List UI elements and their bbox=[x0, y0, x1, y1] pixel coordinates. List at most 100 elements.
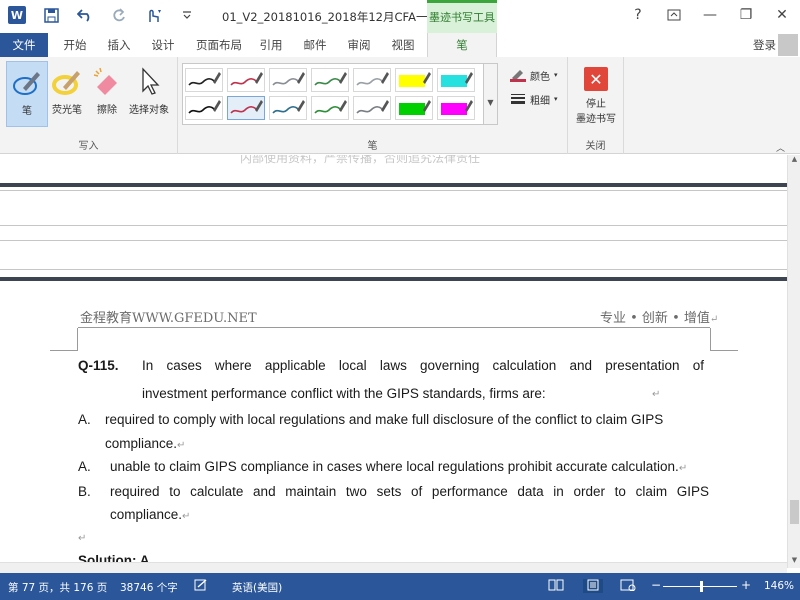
pen-color-icon bbox=[510, 70, 526, 82]
tab-home[interactable]: 开始 bbox=[58, 33, 92, 57]
contextual-tab-ink-tools: 墨迹书写工具 bbox=[427, 0, 497, 33]
pen-swatch[interactable] bbox=[269, 96, 307, 120]
customize-qat-icon[interactable] bbox=[170, 0, 204, 30]
pen-swatch[interactable] bbox=[353, 96, 391, 120]
page-count[interactable]: 第 77 页，共 176 页 bbox=[8, 580, 107, 595]
word-icon[interactable]: W bbox=[8, 6, 26, 24]
ribbon: 笔 荧光笔 擦除 选择对象 写入 笔 ▼ 颜色 ▾ 粗细 ▾ ✕ 停止 墨迹书写… bbox=[0, 57, 800, 154]
question-text: investment performance conflict with the… bbox=[142, 386, 546, 401]
zoom-slider-thumb[interactable] bbox=[700, 581, 703, 592]
touch-mode-icon[interactable]: ▾ bbox=[136, 0, 170, 30]
pen-swatch[interactable] bbox=[185, 96, 223, 120]
highlighter-button[interactable]: 荧光笔 bbox=[46, 61, 88, 127]
pointer-icon bbox=[131, 63, 167, 99]
group-label-pens: 笔 bbox=[367, 141, 378, 152]
svg-text:▾: ▾ bbox=[158, 8, 161, 15]
status-bar: 第 77 页，共 176 页 38746 个字 英语(美国) − + 146% bbox=[0, 573, 800, 600]
select-objects-button[interactable]: 选择对象 bbox=[126, 61, 172, 127]
restore-button[interactable]: ❐ bbox=[728, 0, 764, 30]
page-divider bbox=[0, 190, 787, 191]
word-window: W ▾ 01_V2_20181016_2018年12月CFA一级百题... 墨迹… bbox=[0, 0, 800, 600]
group-label-write: 写入 bbox=[78, 141, 99, 152]
gallery-more-button[interactable]: ▼ bbox=[484, 63, 498, 125]
tab-file[interactable]: 文件 bbox=[0, 33, 48, 57]
pen-swatch[interactable] bbox=[311, 68, 349, 92]
highlighter-swatch[interactable] bbox=[437, 68, 475, 92]
group-label-close: 关闭 bbox=[585, 141, 606, 152]
margin-corner-left bbox=[50, 328, 78, 350]
option-text: required to comply with local regulation… bbox=[105, 412, 664, 427]
word-count[interactable]: 38746 个字 bbox=[120, 580, 178, 595]
zoom-in-button[interactable]: + bbox=[741, 578, 751, 592]
language-indicator[interactable]: 英语(美国) bbox=[232, 580, 282, 595]
line-thickness-icon bbox=[511, 94, 525, 104]
tab-mailings[interactable]: 邮件 bbox=[298, 33, 332, 57]
undo-icon[interactable] bbox=[68, 0, 102, 30]
pen-icon bbox=[9, 64, 45, 100]
group-close: ✕ 停止 墨迹书写 关闭 bbox=[568, 57, 624, 154]
scroll-up-icon[interactable]: ▲ bbox=[788, 155, 800, 167]
page-divider bbox=[0, 225, 787, 226]
option-label: B. bbox=[78, 484, 91, 499]
tab-references[interactable]: 引用 bbox=[254, 33, 288, 57]
quick-access-toolbar: W ▾ bbox=[0, 0, 204, 30]
stop-inking-button[interactable]: ✕ 停止 墨迹书写 bbox=[572, 59, 620, 129]
print-layout-icon[interactable] bbox=[583, 579, 603, 593]
eraser-button[interactable]: 擦除 bbox=[86, 61, 128, 127]
proofing-icon[interactable] bbox=[193, 579, 209, 593]
zoom-out-button[interactable]: − bbox=[651, 578, 661, 592]
tab-design[interactable]: 设计 bbox=[146, 33, 180, 57]
tab-insert[interactable]: 插入 bbox=[102, 33, 136, 57]
highlighter-swatch[interactable] bbox=[437, 96, 475, 120]
close-x-icon: ✕ bbox=[584, 67, 608, 91]
margin-corner-right bbox=[710, 328, 738, 350]
eraser-icon bbox=[89, 63, 125, 99]
highlighter-swatch[interactable] bbox=[395, 68, 433, 92]
help-button[interactable]: ? bbox=[620, 0, 656, 30]
pen-swatch[interactable] bbox=[353, 68, 391, 92]
pen-swatch[interactable] bbox=[311, 96, 349, 120]
minimize-button[interactable]: — bbox=[692, 0, 728, 30]
vertical-scrollbar[interactable]: ▲ ▼ bbox=[787, 155, 800, 568]
page-header-right: 专业 • 创新 • 增值↵ bbox=[600, 311, 719, 326]
tab-review[interactable]: 审阅 bbox=[342, 33, 376, 57]
option-text: unable to claim GIPS compliance in cases… bbox=[110, 459, 688, 474]
header-rule bbox=[78, 327, 710, 328]
close-button[interactable]: ✕ bbox=[764, 0, 800, 30]
highlighter-swatch[interactable] bbox=[395, 96, 433, 120]
zoom-level[interactable]: 146% bbox=[764, 580, 794, 592]
margin-corner-left bbox=[50, 350, 78, 351]
option-label: A. bbox=[78, 412, 91, 427]
page-divider bbox=[0, 269, 787, 270]
scroll-down-icon[interactable]: ▼ bbox=[788, 556, 800, 568]
redo-icon[interactable] bbox=[102, 0, 136, 30]
scrollbar-thumb[interactable] bbox=[790, 500, 799, 524]
horizontal-scrollbar[interactable] bbox=[0, 562, 787, 573]
avatar[interactable] bbox=[778, 34, 798, 56]
tab-pens[interactable]: 笔 bbox=[427, 33, 497, 57]
pen-swatch-selected[interactable] bbox=[227, 96, 265, 120]
option-label: A. bbox=[78, 459, 91, 474]
tab-view[interactable]: 视图 bbox=[386, 33, 420, 57]
window-controls: ? — ❐ ✕ bbox=[620, 0, 800, 30]
ribbon-display-options-button[interactable] bbox=[656, 0, 692, 30]
pen-swatch[interactable] bbox=[269, 68, 307, 92]
highlighter-icon bbox=[49, 63, 85, 99]
save-icon[interactable] bbox=[34, 0, 68, 30]
pen-color-button[interactable]: 颜色 ▾ bbox=[510, 65, 558, 85]
read-mode-icon[interactable] bbox=[548, 579, 564, 593]
question-text: In cases where applicable local laws gov… bbox=[142, 358, 704, 373]
pen-thickness-button[interactable]: 粗细 ▾ bbox=[510, 89, 558, 109]
tab-layout[interactable]: 页面布局 bbox=[192, 33, 246, 57]
margin-corner-right bbox=[710, 350, 738, 351]
document-canvas[interactable]: 内部使用资料，严禁传播，否则追究法律责任 金程教育WWW.GFEDU.NET 专… bbox=[0, 155, 787, 568]
pen-button[interactable]: 笔 bbox=[6, 61, 48, 127]
web-layout-icon[interactable] bbox=[620, 579, 636, 593]
pen-swatch[interactable] bbox=[227, 68, 265, 92]
sign-in-link[interactable]: 登录 bbox=[753, 33, 776, 57]
page-header-left: 金程教育WWW.GFEDU.NET bbox=[80, 311, 257, 326]
collapse-ribbon-icon[interactable]: ︿ bbox=[776, 141, 785, 154]
pen-swatch[interactable] bbox=[185, 68, 223, 92]
faded-watermark-text: 内部使用资料，严禁传播，否则追究法律责任 bbox=[240, 155, 481, 165]
option-text: compliance.↵ bbox=[110, 507, 191, 522]
